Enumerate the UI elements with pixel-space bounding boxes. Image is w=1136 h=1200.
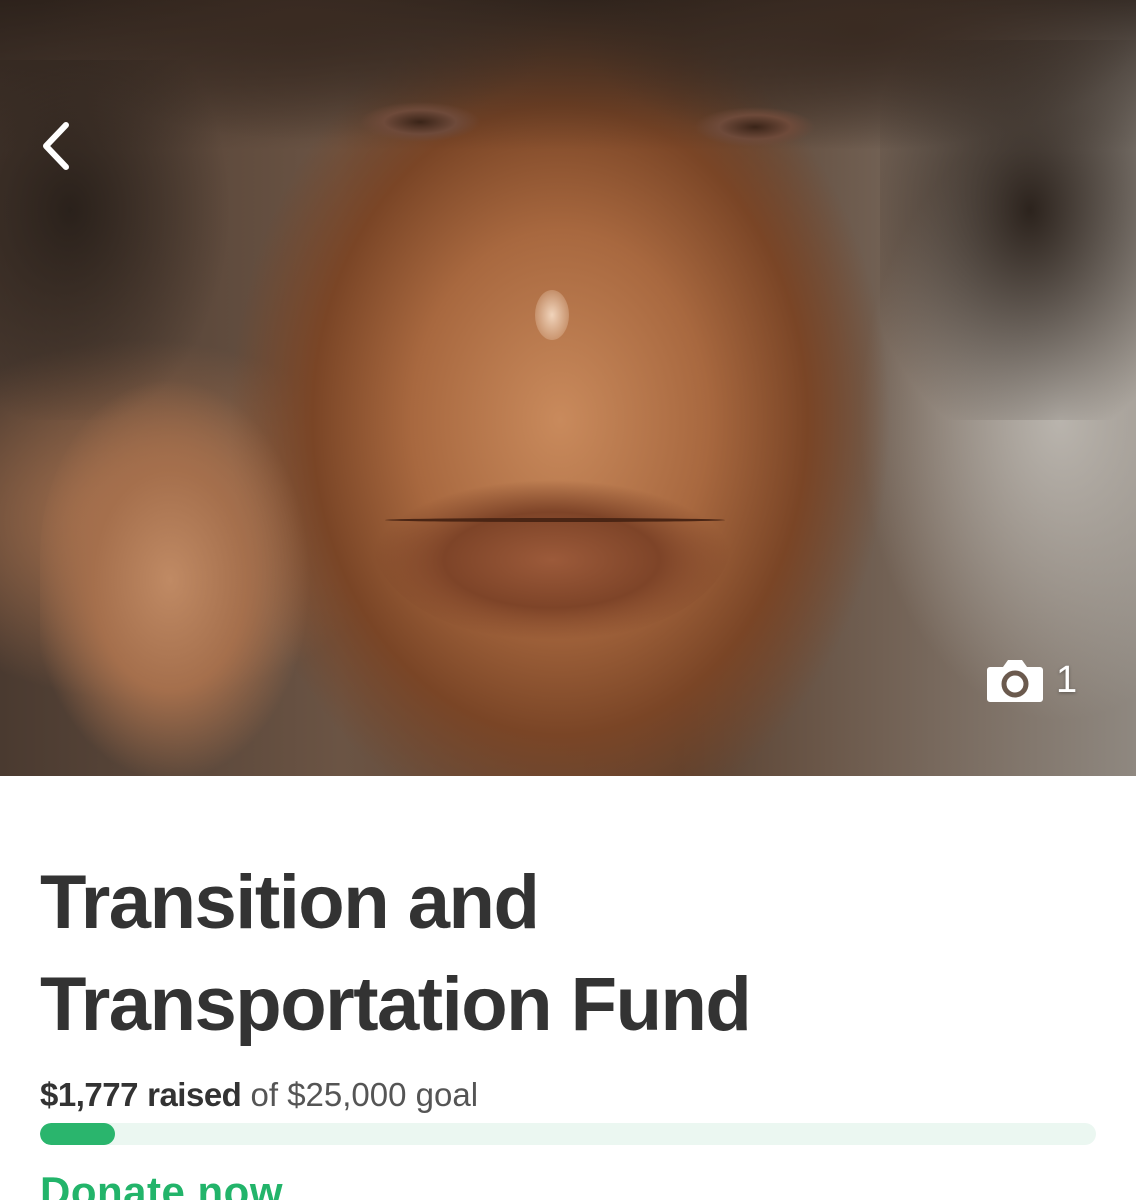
camera-icon [987,660,1043,702]
photo-detail [535,290,569,340]
donate-now-link[interactable]: Donate now [40,1168,283,1200]
photo-detail [40,380,330,776]
photo-detail [372,470,732,640]
campaign-title: Transition and Transportation Fund [40,860,752,1047]
photo-count-button[interactable]: 1 [986,652,1077,708]
campaign-details: Transition and Transportation Fund $1,77… [0,776,1136,1200]
back-button[interactable] [30,118,82,174]
campaign-page: 1 Transition and Transportation Fund $1,… [0,0,1136,1200]
campaign-photo[interactable] [0,0,1136,776]
photo-detail [385,518,725,522]
progress-bar [40,1123,1096,1145]
photo-detail [880,40,1136,420]
photo-count-label: 1 [1056,659,1078,701]
chevron-left-icon [43,122,69,170]
photo-detail [0,60,230,420]
photo-detail [355,100,485,144]
progress-fill [40,1123,116,1145]
progress-summary: $1,777 raised of $25,000 goal [40,1076,478,1114]
raised-amount: $1,777 [40,1076,138,1113]
photo-detail [690,105,820,149]
raised-label: raised [147,1076,242,1113]
goal-text: of $25,000 goal [250,1076,479,1113]
